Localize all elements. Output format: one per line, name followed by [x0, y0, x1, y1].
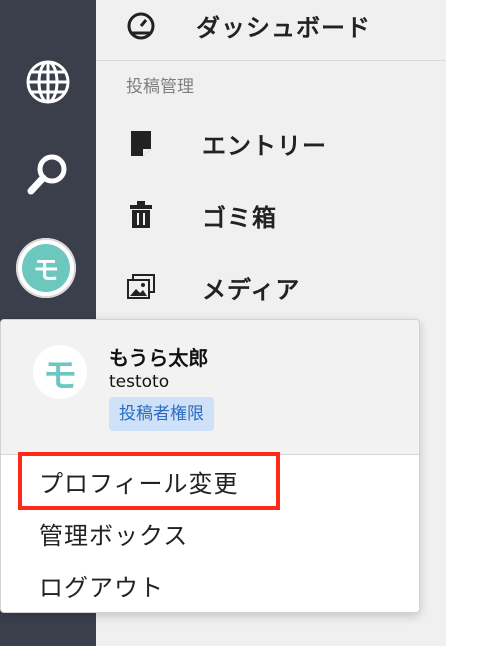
- search-icon[interactable]: [22, 148, 74, 200]
- user-avatar-button[interactable]: モ: [16, 238, 76, 298]
- gauge-icon: [126, 10, 156, 40]
- menu-item-dashboard[interactable]: ダッシュボード: [96, 0, 446, 50]
- menu-item-media[interactable]: メディア: [96, 262, 446, 312]
- avatar-initial: モ: [32, 255, 59, 286]
- menu-item-entry[interactable]: エントリー: [96, 118, 446, 168]
- section-label: 投稿管理: [126, 77, 194, 97]
- menu-item-trash[interactable]: ゴミ箱: [96, 190, 446, 240]
- menu-label-trash: ゴミ箱: [202, 203, 277, 232]
- user-info-header: モ もうら太郎 testoto 投稿者権限: [1, 320, 419, 455]
- avatar-initial: モ: [43, 355, 77, 396]
- user-id: testoto: [109, 372, 170, 392]
- menu-label-entry: エントリー: [202, 131, 327, 160]
- content-area: [446, 0, 482, 646]
- media-icon: [126, 272, 156, 302]
- menu-divider: [96, 60, 446, 61]
- user-popup-menu: モ もうら太郎 testoto 投稿者権限 プロフィール変更 管理ボックス ログ…: [0, 319, 420, 613]
- user-avatar: モ: [33, 345, 87, 399]
- menu-label-media: メディア: [202, 275, 301, 304]
- logout-link[interactable]: ログアウト: [39, 568, 164, 603]
- menu-label-dashboard: ダッシュボード: [196, 13, 371, 42]
- user-name: もうら太郎: [109, 346, 209, 370]
- trash-icon: [126, 200, 156, 230]
- globe-icon[interactable]: [22, 56, 74, 108]
- role-badge: 投稿者権限: [109, 397, 214, 431]
- document-icon: [126, 128, 156, 158]
- admin-box-link[interactable]: 管理ボックス: [39, 516, 188, 551]
- highlight-box: [18, 452, 280, 510]
